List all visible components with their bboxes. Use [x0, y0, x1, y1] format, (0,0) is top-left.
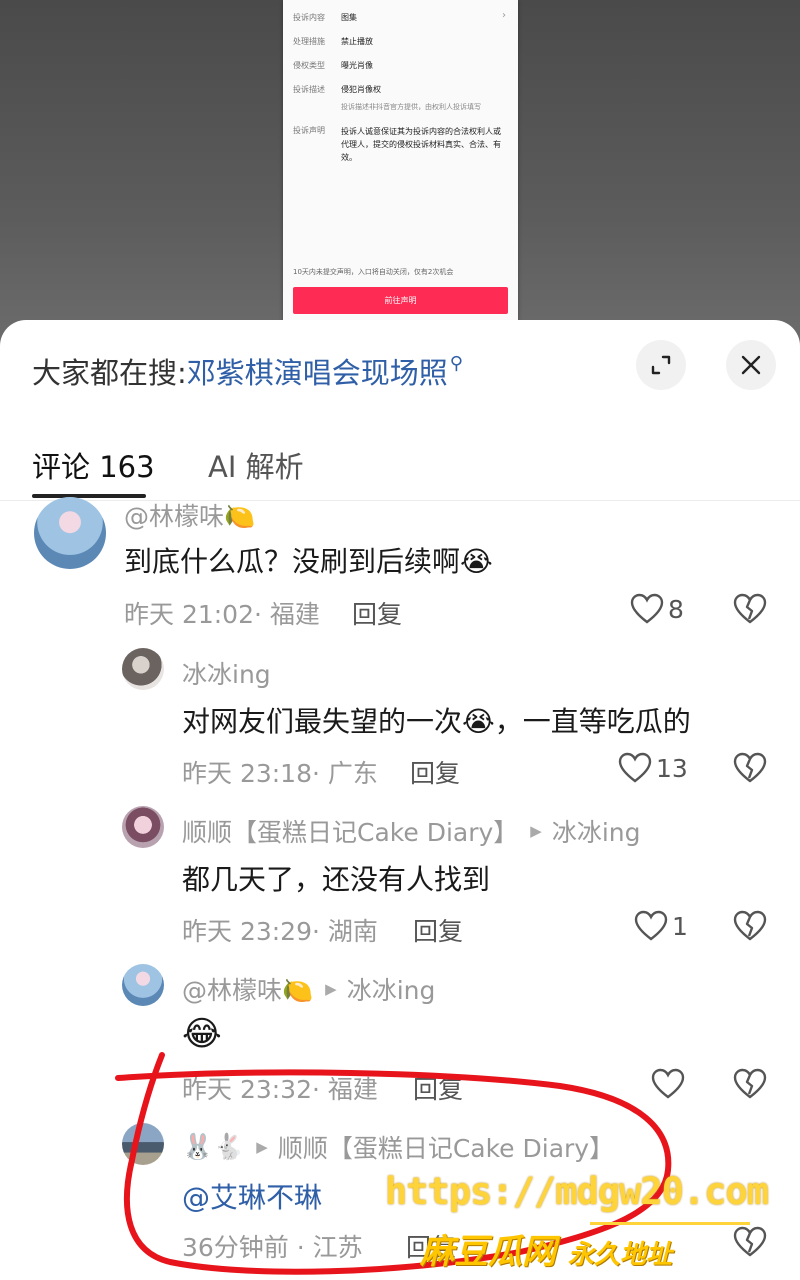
tab-comments[interactable]: 评论 163 — [32, 444, 155, 486]
preview-note: 投诉描述非抖音官方提供，由权利人投诉填写 — [341, 103, 481, 111]
close-button[interactable] — [726, 340, 776, 390]
preview-value: 侵犯肖像权 — [341, 85, 381, 94]
heart-icon — [630, 593, 664, 624]
comment-text: 对网友们最失望的一次😭，一直等吃瓜的 — [182, 705, 691, 738]
preview-key: 投诉内容 — [293, 13, 325, 22]
watermark-name-text: 麻豆瓜网 — [420, 1232, 556, 1272]
comment-meta: 昨天 23:18· 广东 — [182, 759, 378, 788]
preview-value: 图集 — [341, 13, 357, 22]
reply-button[interactable]: 回复 — [352, 595, 402, 631]
search-term-link[interactable]: 邓紫棋演唱会现场照 — [187, 350, 448, 392]
avatar[interactable] — [122, 1123, 164, 1165]
preview-footer: 10天内未提交声明，入口将自动关闭，仅有2次机会 — [293, 268, 454, 276]
username-text: 顺顺【蛋糕日记Cake Diary】 — [182, 818, 519, 847]
heart-icon — [651, 1068, 685, 1099]
divider — [0, 500, 800, 501]
avatar[interactable] — [122, 806, 164, 848]
username-text: @林檬味🍋 — [182, 976, 314, 1005]
broken-heart-icon[interactable] — [733, 752, 767, 784]
watermark-sub-text: 永久地址 — [568, 1240, 673, 1270]
complaint-detail-preview: › 投诉内容 图集 处理措施 禁止播放 侵权类型 曝光肖像 投诉描述 侵犯肖像权… — [283, 0, 518, 322]
avatar[interactable] — [122, 964, 164, 1006]
comment-meta: 36分钟前 · 江苏 — [182, 1233, 363, 1262]
chevron-right-icon: › — [502, 10, 506, 21]
comment-text: 😂 — [182, 1014, 222, 1054]
reply-arrow-icon: ▶ — [325, 980, 337, 998]
watermark-url: https://mdgw20.com — [385, 1170, 769, 1213]
avatar[interactable] — [34, 497, 106, 569]
heart-icon — [634, 910, 668, 941]
comment-text: 都几天了，还没有人找到 — [182, 863, 491, 896]
reply-to-username[interactable]: 顺顺【蛋糕日记Cake Diary】 — [278, 1129, 614, 1165]
heart-icon — [618, 752, 652, 783]
username-text: 冰冰ing — [182, 660, 271, 689]
comment-username[interactable]: 顺顺【蛋糕日记Cake Diary】 ▶ 冰冰ing — [182, 813, 641, 849]
broken-heart-icon[interactable] — [733, 1226, 767, 1258]
preview-row: 投诉描述 侵犯肖像权 — [293, 84, 381, 95]
preview-key: 投诉声明 — [293, 126, 325, 135]
watermark-brand: 麻豆瓜网 永久地址 — [420, 1224, 672, 1273]
like-button[interactable]: 8 — [630, 593, 684, 625]
reply-button[interactable]: 回复 — [413, 912, 463, 948]
comment-meta: 昨天 23:29· 湖南 — [182, 917, 378, 946]
like-count: 1 — [672, 911, 688, 941]
reply-button[interactable]: 回复 — [410, 754, 460, 790]
like-button[interactable] — [651, 1068, 685, 1100]
comment-username[interactable]: 冰冰ing — [182, 655, 271, 691]
preview-key: 侵权类型 — [293, 61, 325, 70]
comment-text: 到底什么瓜？没刷到后续啊😭 — [124, 545, 493, 578]
tab-ai-analysis[interactable]: AI 解析 — [208, 444, 304, 486]
reply-to-username[interactable]: 冰冰ing — [552, 813, 641, 849]
comment-username[interactable]: @林檬味🍋 ▶ 冰冰ing — [182, 971, 435, 1007]
close-icon — [741, 355, 761, 375]
search-icon: ⚲ — [449, 352, 463, 374]
comment-username[interactable]: 🐰🐇 ▶ 顺顺【蛋糕日记Cake Diary】 — [182, 1129, 614, 1165]
like-button[interactable]: 1 — [634, 910, 688, 942]
comment-username[interactable]: @林檬味🍋 — [124, 497, 255, 533]
preview-value: 禁止播放 — [341, 37, 373, 46]
reply-arrow-icon: ▶ — [530, 822, 542, 840]
go-declare-button[interactable]: 前往声明 — [293, 287, 508, 314]
username-text: 🐰🐇 — [182, 1132, 245, 1161]
mention-link[interactable]: @艾琳不琳 — [182, 1176, 322, 1216]
preview-row: 投诉声明 投诉人诚意保证其为投诉内容的合法权利人或代理人，提交的侵权投诉材料真实… — [293, 125, 506, 164]
broken-heart-icon[interactable] — [733, 593, 767, 625]
search-suggestion[interactable]: 大家都在搜: 邓紫棋演唱会现场照 ⚲ — [32, 350, 463, 392]
like-count: 13 — [656, 753, 688, 783]
reply-button[interactable]: 回复 — [413, 1070, 463, 1106]
broken-heart-icon[interactable] — [733, 1068, 767, 1100]
preview-key: 处理措施 — [293, 37, 325, 46]
username-text: @林檬味🍋 — [124, 502, 256, 531]
comment-meta: 昨天 21:02· 福建 — [124, 600, 320, 629]
expand-button[interactable] — [636, 340, 686, 390]
expand-icon — [651, 355, 671, 375]
search-prefix: 大家都在搜: — [32, 356, 187, 390]
like-count: 8 — [668, 594, 684, 624]
broken-heart-icon[interactable] — [733, 910, 767, 942]
preview-value: 曝光肖像 — [341, 61, 373, 70]
like-button[interactable]: 13 — [618, 752, 688, 784]
avatar[interactable] — [122, 648, 164, 690]
preview-row: 投诉内容 图集 — [293, 12, 357, 23]
preview-row: 侵权类型 曝光肖像 — [293, 60, 373, 71]
reply-to-username[interactable]: 冰冰ing — [347, 971, 436, 1007]
preview-value: 投诉人诚意保证其为投诉内容的合法权利人或代理人，提交的侵权投诉材料真实、合法、有… — [341, 127, 501, 162]
reply-arrow-icon: ▶ — [256, 1138, 268, 1156]
preview-row: 处理措施 禁止播放 — [293, 36, 373, 47]
preview-key: 投诉描述 — [293, 85, 325, 94]
comment-meta: 昨天 23:32· 福建 — [182, 1075, 378, 1104]
